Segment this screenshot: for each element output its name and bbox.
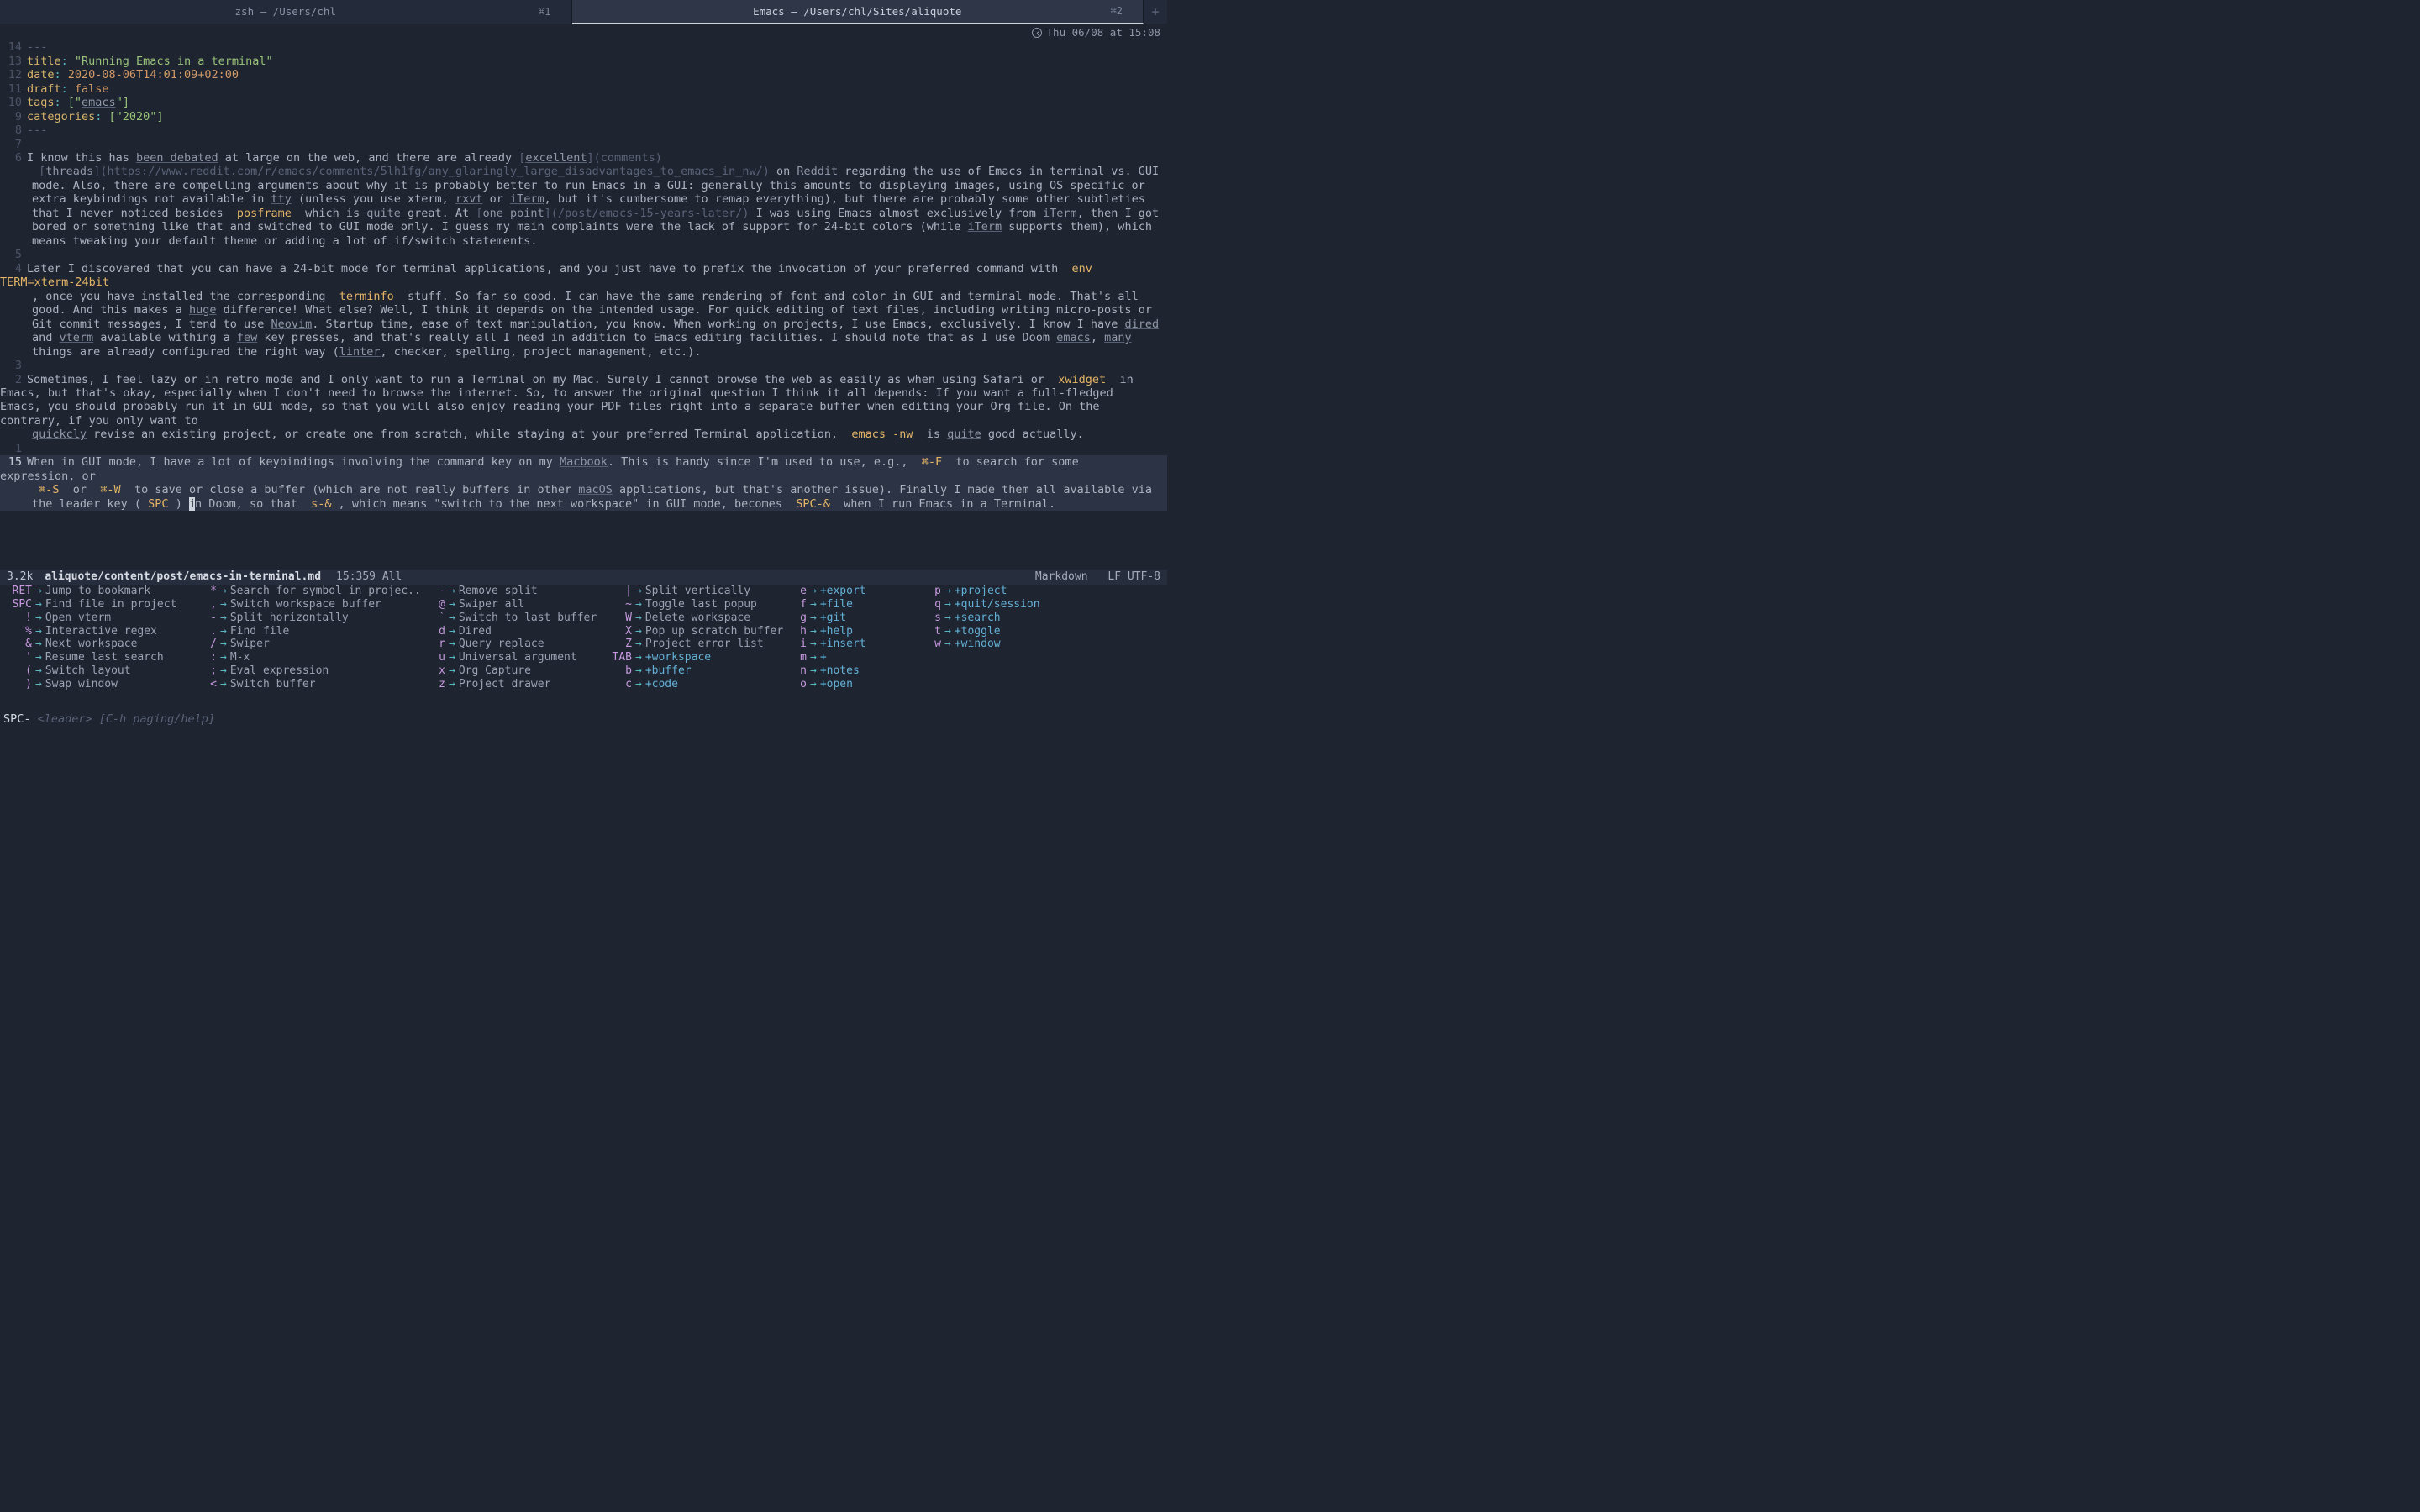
which-key-item[interactable]: &→Next workspace [8,638,193,651]
minibuffer[interactable]: SPC- <leader> [C-h paging/help] [0,712,1167,726]
which-key-item[interactable]: e→+export [783,585,918,598]
major-mode: Markdown [1035,570,1088,583]
tab-shortcut: ⌘1 [539,6,550,18]
current-line: 15When in GUI mode, I have a lot of keyb… [0,455,1167,511]
which-key-item[interactable]: d→Dired [422,625,608,638]
which-key-item[interactable]: u→Universal argument [422,651,608,664]
which-key-item[interactable]: <→Switch buffer [193,678,422,691]
which-key-item[interactable] [918,678,1069,691]
clock-text: Thu 06/08 at 15:08 [1047,26,1160,39]
which-key-item[interactable]: @→Swiper all [422,598,608,612]
which-key-item[interactable] [918,664,1069,678]
tab-2[interactable]: Emacs — /Users/chl/Sites/aliquote ⌘2 [572,0,1144,24]
text-cursor: i [189,497,195,511]
which-key-item[interactable]: (→Switch layout [8,664,193,678]
which-key-item[interactable]: o→+open [783,678,918,691]
which-key-item[interactable]: )→Swap window [8,678,193,691]
which-key-item[interactable]: `→Switch to last buffer [422,612,608,625]
modeline: 3.2k aliquote/content/post/emacs-in-term… [0,570,1167,585]
which-key-item[interactable]: !→Open vterm [8,612,193,625]
which-key-item[interactable]: r→Query replace [422,638,608,651]
which-key-item[interactable]: *→Search for symbol in projec.. [193,585,422,598]
which-key-item[interactable]: -→Remove split [422,585,608,598]
which-key-item[interactable]: SPC→Find file in project [8,598,193,612]
which-key-item[interactable]: s→+search [918,612,1069,625]
which-key-item[interactable]: Z→Project error list [608,638,783,651]
which-key-item[interactable]: z→Project drawer [422,678,608,691]
which-key-item[interactable]: '→Resume last search [8,651,193,664]
minibuffer-prompt: SPC- [3,712,31,726]
which-key-item[interactable]: :→M-x [193,651,422,664]
clock-icon [1032,28,1042,38]
which-key-item[interactable]: W→Delete workspace [608,612,783,625]
which-key-item[interactable]: x→Org Capture [422,664,608,678]
clock-bar: Thu 06/08 at 15:08 [0,24,1167,40]
line-number: 14 [0,40,27,54]
which-key-item[interactable]: i→+insert [783,638,918,651]
which-key-item[interactable]: w→+window [918,638,1069,651]
which-key-item[interactable]: g→+git [783,612,918,625]
which-key-item[interactable]: X→Pop up scratch buffer [608,625,783,638]
which-key-item[interactable]: h→+help [783,625,918,638]
which-key-item[interactable]: t→+toggle [918,625,1069,638]
tab-bar: zsh — /Users/chl ⌘1 Emacs — /Users/chl/S… [0,0,1167,24]
which-key-item[interactable]: m→+ [783,651,918,664]
which-key-item[interactable]: n→+notes [783,664,918,678]
tab-title: zsh — /Users/chl [235,5,336,18]
which-key-popup: RET→Jump to bookmark*→Search for symbol … [0,585,1167,691]
buffer-size: 3.2k [7,570,33,584]
minibuffer-hint: <leader> [C-h paging/help] [31,712,215,726]
encoding: LF UTF-8 [1107,570,1160,583]
tab-title: Emacs — /Users/chl/Sites/aliquote [753,5,961,18]
new-tab-button[interactable]: + [1144,0,1167,24]
which-key-item[interactable]: TAB→+workspace [608,651,783,664]
which-key-item[interactable]: q→+quit/session [918,598,1069,612]
editor[interactable]: 14--- 13title: "Running Emacs in a termi… [0,40,1167,511]
which-key-item[interactable]: p→+project [918,585,1069,598]
which-key-item[interactable]: %→Interactive regex [8,625,193,638]
tab-1[interactable]: zsh — /Users/chl ⌘1 [0,0,572,24]
which-key-item[interactable]: .→Find file [193,625,422,638]
which-key-item[interactable]: c→+code [608,678,783,691]
tab-shortcut: ⌘2 [1111,5,1123,18]
which-key-item[interactable]: |→Split vertically [608,585,783,598]
cursor-position: 15:359 All [336,570,402,584]
buffer-path: aliquote/content/post/emacs-in-terminal.… [45,570,321,584]
which-key-item[interactable]: /→Swiper [193,638,422,651]
which-key-item[interactable]: -→Split horizontally [193,612,422,625]
which-key-item[interactable] [918,651,1069,664]
which-key-item[interactable]: ,→Switch workspace buffer [193,598,422,612]
which-key-item[interactable]: b→+buffer [608,664,783,678]
which-key-item[interactable]: ~→Toggle last popup [608,598,783,612]
which-key-item[interactable]: RET→Jump to bookmark [8,585,193,598]
which-key-item[interactable]: f→+file [783,598,918,612]
which-key-item[interactable]: ;→Eval expression [193,664,422,678]
